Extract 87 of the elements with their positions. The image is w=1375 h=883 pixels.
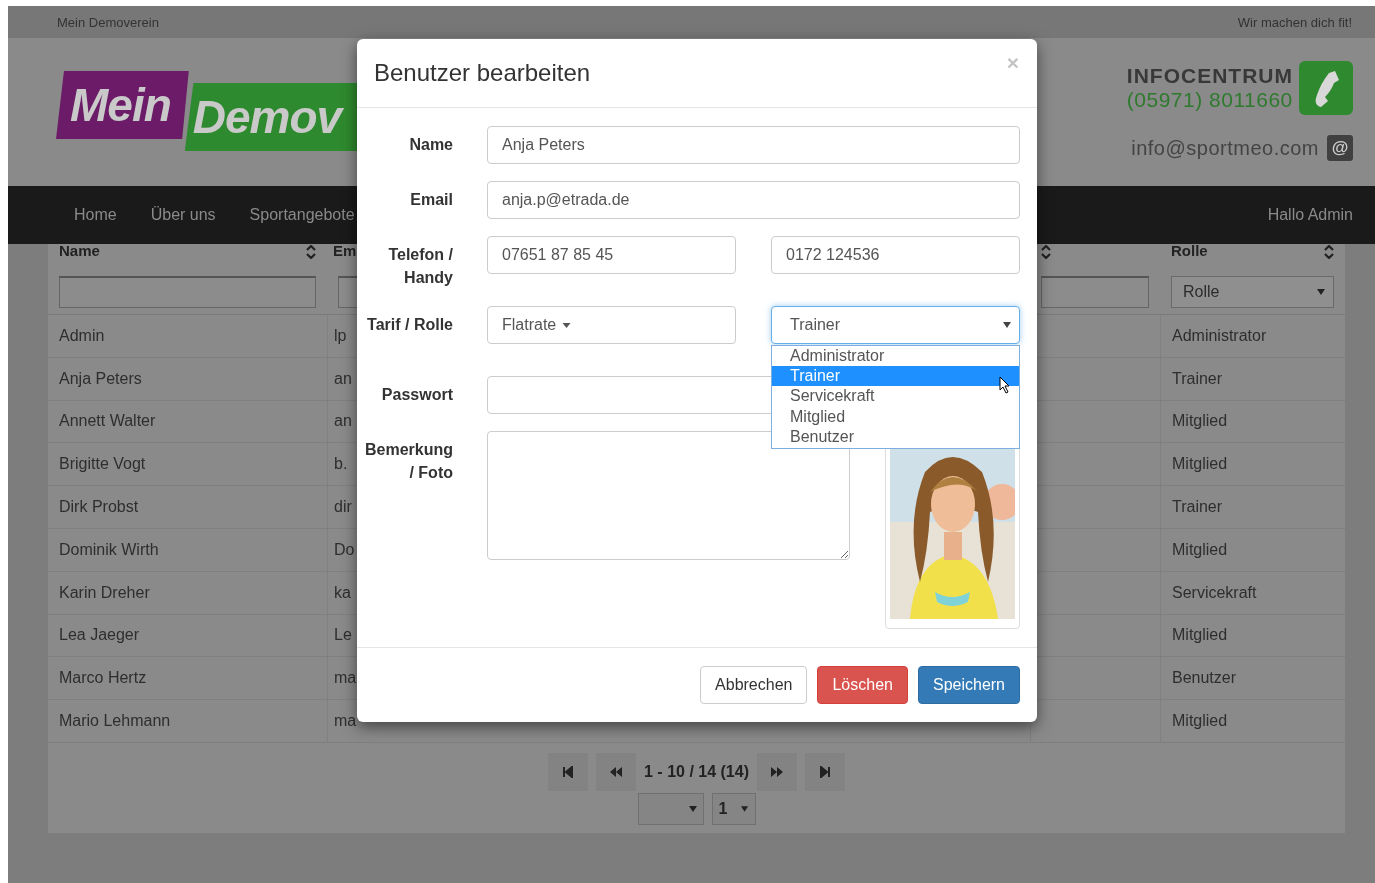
table-cell: Servicekraft	[1172, 583, 1257, 602]
table-cell: Mario Lehmann	[59, 712, 171, 731]
email-field[interactable]: anja.p@etrada.de	[487, 181, 1020, 219]
table-cell: Mitglied	[1172, 540, 1228, 559]
role-filter-select[interactable]: Rolle	[1171, 276, 1334, 308]
table-cell: ma	[334, 712, 357, 731]
phone-field[interactable]: 07651 87 85 45	[487, 236, 736, 274]
at-icon: @	[1327, 135, 1353, 161]
rewind-icon	[609, 765, 623, 778]
sort-icon[interactable]	[1041, 245, 1051, 259]
nav-link[interactable]: Über uns	[150, 206, 216, 224]
table-cell: Mitglied	[1172, 412, 1228, 431]
caret-icon	[1003, 322, 1011, 328]
email-address: info@sportmeo.com	[1131, 136, 1319, 160]
table-cell: Mitglied	[1172, 626, 1228, 645]
table-cell: Benutzer	[1172, 669, 1237, 688]
table-cell: Karin Dreher	[59, 583, 150, 602]
table-cell: Annett Walter	[59, 412, 156, 431]
table-cell: an	[334, 369, 352, 388]
mouse-pointer-icon	[999, 376, 1011, 394]
role-option[interactable]: Administrator	[772, 346, 1019, 367]
role-option[interactable]: Servicekraft	[772, 386, 1019, 407]
caret-icon	[741, 805, 749, 812]
table-cell: Trainer	[1172, 369, 1223, 388]
caret-icon	[688, 805, 697, 812]
table-cell: Dominik Wirth	[59, 540, 159, 559]
column-header[interactable]: Rolle	[1171, 242, 1208, 259]
field-label: Telefon / Handy	[387, 245, 453, 288]
field-label: Tarif / Rolle	[366, 315, 453, 335]
role-option[interactable]: Benutzer	[772, 426, 1019, 447]
logo-word[interactable]: Mein	[56, 71, 189, 139]
slogan: Wir machen dich fit!	[1237, 14, 1352, 30]
table-cell: Mitglied	[1172, 712, 1228, 731]
tariff-dropdown[interactable]: Flatrate	[487, 306, 736, 344]
sort-icon[interactable]	[1324, 245, 1334, 259]
table-cell: Brigitte Vogt	[59, 455, 146, 474]
field-label: Email	[409, 190, 453, 210]
table-cell: Trainer	[1172, 498, 1223, 517]
next-page-button[interactable]	[756, 752, 797, 791]
column-header[interactable]: Em	[333, 242, 357, 259]
field-label: Name	[408, 135, 453, 155]
sort-icon[interactable]	[306, 245, 316, 259]
dialog-button[interactable]: Abbrechen	[700, 666, 808, 704]
first-page-button[interactable]	[548, 752, 588, 791]
filter-field[interactable]	[59, 276, 316, 308]
table-cell: Dirk Probst	[59, 498, 139, 517]
field-label: Bemerkung / Foto	[363, 440, 453, 483]
phone-number: (05971) 8011660	[1126, 88, 1293, 112]
table-cell: Administrator	[1172, 326, 1267, 345]
table-cell: Marco Hertz	[59, 669, 147, 688]
last-page-button[interactable]	[804, 752, 845, 791]
table-cell: ma	[334, 669, 357, 688]
table-cell: Anja Peters	[59, 369, 142, 388]
user-greeting[interactable]: Hallo Admin	[1267, 206, 1353, 224]
skip-to-start-icon	[562, 765, 574, 778]
dialog-button[interactable]: Löschen	[817, 666, 908, 704]
caret-icon	[562, 322, 572, 328]
site-name: Mein Demoverein	[57, 14, 159, 30]
nav-link[interactable]: Sportangebote	[249, 206, 355, 224]
page-select[interactable]: 1	[711, 792, 756, 825]
filter-field[interactable]	[1041, 276, 1149, 308]
table-cell: ka	[334, 583, 351, 602]
page-range: 1 - 10 / 14 (14)	[644, 762, 749, 781]
table-cell: dir	[334, 498, 352, 517]
field-label: Passwort	[380, 385, 453, 405]
dialog-button[interactable]: Speichern	[917, 666, 1020, 704]
table-cell: Lea Jaeger	[59, 626, 140, 645]
table-cell: b.	[334, 455, 348, 474]
mobile-field[interactable]: 0172 124536	[771, 236, 1020, 274]
table-cell: Do	[334, 540, 355, 559]
table-cell: Admin	[59, 326, 105, 345]
role-option[interactable]: Trainer	[772, 366, 1019, 387]
nav-link[interactable]: Home	[74, 206, 117, 224]
previous-page-button[interactable]	[596, 752, 636, 791]
name-field[interactable]: Anja Peters	[487, 126, 1020, 164]
table-cell: Le	[334, 626, 352, 645]
table-cell: lp	[334, 326, 347, 345]
phone-icon	[1299, 61, 1353, 115]
column-header[interactable]: Name	[59, 242, 100, 259]
role-option[interactable]: Mitglied	[772, 406, 1019, 427]
caret-icon	[1317, 289, 1325, 295]
skip-to-end-icon	[818, 765, 831, 778]
table-cell: an	[334, 412, 352, 431]
fast-forward-icon	[769, 765, 784, 778]
role-select[interactable]: Trainer	[771, 306, 1020, 344]
table-cell: Mitglied	[1172, 455, 1228, 474]
info-title: INFOCENTRUM	[1126, 64, 1293, 88]
